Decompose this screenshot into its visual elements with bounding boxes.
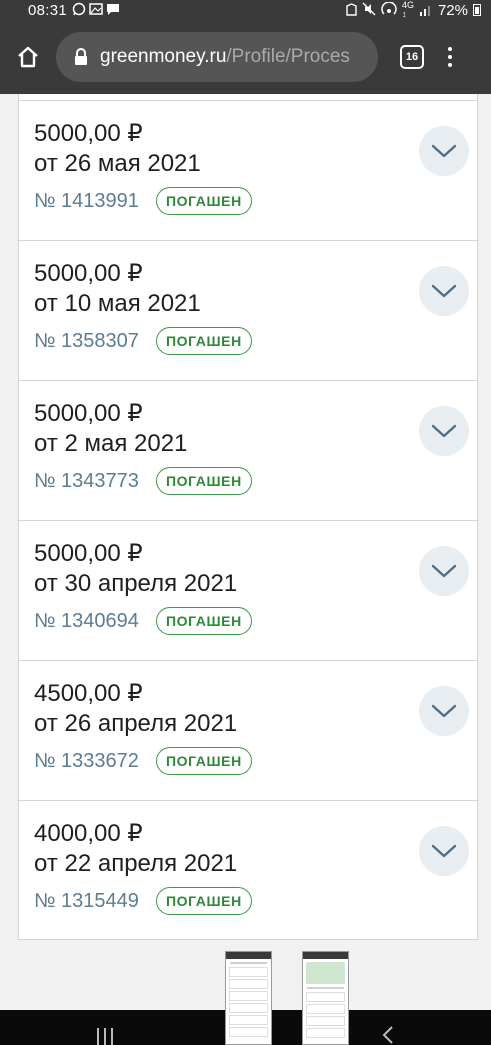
chevron-down-icon (431, 284, 457, 298)
recent-apps-button[interactable] (97, 1028, 113, 1045)
expand-button[interactable] (419, 126, 469, 176)
loan-card[interactable]: 5000,00 ₽ от 10 мая 2021 № 1358307 ПОГАШЕН (18, 240, 478, 380)
loan-card[interactable]: 5000,00 ₽ от 26 мая 2021 № 1413991 ПОГАШЕН (18, 100, 478, 240)
loan-amount: 5000,00 ₽ (34, 540, 143, 567)
tab-switcher-button[interactable]: 16 (400, 45, 424, 69)
expand-button[interactable] (419, 686, 469, 736)
message-icon (106, 2, 120, 18)
notification-icons (72, 2, 120, 18)
url-text: greenmoney.ru/Profile/Proces (100, 46, 350, 68)
status-badge: ПОГАШЕН (156, 887, 252, 915)
screen: 08:31 4G ↕ 72% greenmoney.ru/Profile/Pro… (0, 0, 491, 1045)
mute-icon (362, 2, 376, 18)
more-menu-button[interactable] (448, 47, 452, 67)
chevron-down-icon (431, 844, 457, 858)
status-bar: 08:31 4G ↕ 72% (0, 0, 491, 20)
screenshot-thumbnail[interactable] (302, 951, 349, 1045)
loan-history: от 19 июня 2021№ 1522680АКТИВЕН5000,00 ₽… (0, 94, 491, 1010)
loan-date: от 26 мая 2021 (34, 150, 201, 177)
back-button[interactable] (382, 1026, 394, 1045)
lock-notify-icon (346, 2, 357, 18)
expand-button[interactable] (419, 406, 469, 456)
browser-toolbar: greenmoney.ru/Profile/Proces 16 (0, 20, 491, 94)
loan-card[interactable]: 5000,00 ₽ от 2 мая 2021 № 1343773 ПОГАШЕН (18, 380, 478, 520)
status-badge: ПОГАШЕН (156, 327, 252, 355)
url-path: /Profile/Proces (226, 46, 350, 67)
battery-icon (473, 4, 481, 16)
home-icon (18, 46, 38, 68)
system-icons: 4G ↕ 72% (346, 1, 481, 19)
network-4g-icon: 4G ↕ (401, 0, 414, 19)
loan-number: № 1315449 (34, 890, 139, 912)
loan-date: от 26 апреля 2021 (34, 710, 238, 737)
loan-number: № 1340694 (34, 610, 139, 632)
loan-number: № 1343773 (34, 470, 139, 492)
loan-number: № 1413991 (34, 190, 139, 212)
loan-date: от 22 апреля 2021 (34, 850, 238, 877)
loan-amount: 5000,00 ₽ (34, 120, 143, 147)
battery-level: 72% (437, 1, 468, 19)
loan-card[interactable]: 5000,00 ₽ от 30 апреля 2021 № 1340694 ПОГАШ… (18, 520, 478, 660)
loan-date: от 10 мая 2021 (34, 290, 201, 317)
chevron-down-icon (431, 704, 457, 718)
back-icon (382, 1026, 393, 1044)
loan-date: от 30 апреля 2021 (34, 570, 238, 597)
loan-amount: 4500,00 ₽ (34, 680, 143, 707)
address-bar[interactable]: greenmoney.ru/Profile/Proces (56, 32, 378, 82)
chevron-down-icon (431, 564, 457, 578)
home-button[interactable] (0, 20, 56, 94)
lock-icon (70, 48, 92, 66)
loan-number: № 1358307 (34, 330, 139, 352)
status-badge: ПОГАШЕН (156, 187, 252, 215)
expand-button[interactable] (419, 266, 469, 316)
loan-card[interactable]: 4500,00 ₽ от 26 апреля 2021 № 1333672 ПОГАШ… (18, 660, 478, 800)
status-badge: ПОГАШЕН (156, 467, 252, 495)
url-host: greenmoney.ru (100, 46, 227, 67)
expand-button[interactable] (419, 826, 469, 876)
screenshot-thumbnail[interactable] (225, 951, 272, 1045)
status-time: 08:31 (28, 1, 68, 19)
loan-amount: 5000,00 ₽ (34, 400, 143, 427)
loan-number: № 1333672 (34, 750, 139, 772)
signal-icon (419, 3, 433, 18)
whatsapp-icon (72, 2, 86, 18)
loan-date: от 2 мая 2021 (34, 430, 188, 457)
status-badge: ПОГАШЕН (156, 747, 252, 775)
loan-card[interactable]: 4000,00 ₽ от 22 апреля 2021 № 1315449 ПОГАШ… (18, 800, 478, 940)
chevron-down-icon (431, 424, 457, 438)
loan-list: от 19 июня 2021№ 1522680АКТИВЕН5000,00 ₽… (18, 94, 478, 940)
status-badge: ПОГАШЕН (156, 607, 252, 635)
hotspot-icon (381, 1, 397, 18)
loan-amount: 5000,00 ₽ (34, 260, 143, 287)
image-icon (89, 2, 103, 18)
loan-amount: 4000,00 ₽ (34, 820, 143, 847)
chevron-down-icon (431, 144, 457, 158)
expand-button[interactable] (419, 546, 469, 596)
